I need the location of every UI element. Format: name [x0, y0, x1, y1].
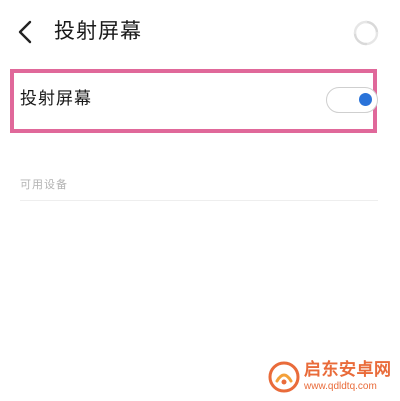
loading-spinner-icon	[353, 20, 379, 46]
watermark-logo-icon	[268, 361, 300, 393]
header-bar: 投射屏幕	[0, 0, 400, 62]
section-divider	[20, 200, 378, 201]
available-devices-label: 可用设备	[20, 178, 68, 191]
toggle-knob	[359, 93, 372, 106]
page-title: 投射屏幕	[54, 19, 142, 43]
watermark-title: 启东安卓网	[304, 360, 392, 380]
watermark-url: www.qdldtq.com	[304, 381, 377, 392]
cast-screen-label: 投射屏幕	[20, 89, 92, 109]
cast-screen-toggle[interactable]	[326, 87, 378, 113]
chevron-left-icon	[18, 20, 32, 44]
watermark: 启东安卓网 www.qdldtq.com	[268, 359, 392, 395]
back-button[interactable]	[10, 14, 40, 50]
